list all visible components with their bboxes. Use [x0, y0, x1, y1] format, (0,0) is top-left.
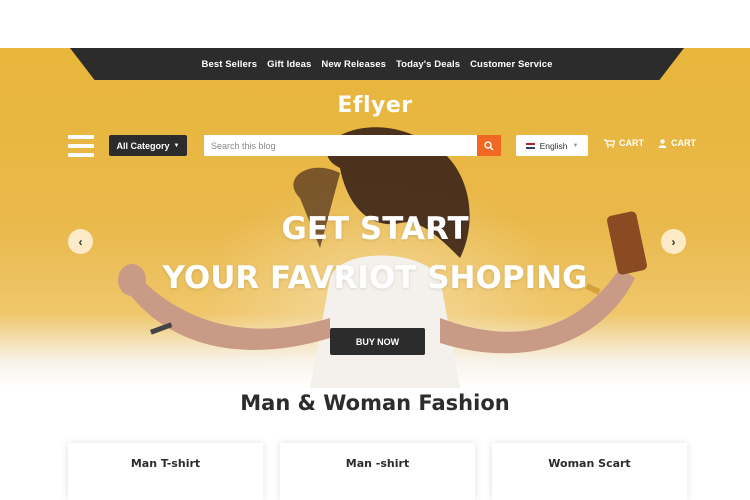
- product-cards: Man T-shirt Man -shirt Woman Scart: [68, 443, 687, 500]
- buy-now-button[interactable]: BUY NOW: [330, 328, 425, 355]
- cart-icon[interactable]: [604, 138, 615, 148]
- site-logo[interactable]: Eflyer: [0, 93, 750, 118]
- product-card-title: Woman Scart: [548, 457, 631, 470]
- search-icon: [484, 140, 494, 151]
- flag-icon: [525, 142, 535, 149]
- hero-title-line2: YOUR FAVRIOT SHOPING: [162, 260, 588, 296]
- product-card[interactable]: Woman Scart: [492, 443, 687, 500]
- product-card[interactable]: Man -shirt: [280, 443, 475, 500]
- account-cart-link[interactable]: CART: [671, 138, 696, 148]
- caret-down-icon: ▼: [173, 142, 180, 149]
- nav-link-customer-service[interactable]: Customer Service: [470, 59, 552, 70]
- hero-title-line1: GET START: [281, 211, 469, 247]
- product-card-title: Man -shirt: [345, 457, 410, 470]
- section-title: Man & Woman Fashion: [240, 391, 510, 415]
- nav-link-new-releases[interactable]: New Releases: [321, 59, 386, 70]
- menu-icon[interactable]: [68, 135, 94, 157]
- search-input[interactable]: [204, 135, 477, 156]
- top-navigation: Best Sellers Gift Ideas New Releases Tod…: [70, 48, 684, 80]
- nav-link-todays-deals[interactable]: Today's Deals: [396, 59, 460, 70]
- product-card-title: Man T-shirt: [130, 457, 201, 470]
- nav-link-best-sellers[interactable]: Best Sellers: [202, 59, 258, 70]
- user-icon[interactable]: [658, 138, 667, 148]
- cart-area: CART CART: [604, 138, 696, 148]
- search-bar: [204, 135, 501, 156]
- nav-link-gift-ideas[interactable]: Gift Ideas: [267, 59, 311, 70]
- product-card[interactable]: Man T-shirt: [68, 443, 263, 500]
- category-label: All Category: [116, 140, 170, 151]
- language-label: English: [539, 140, 568, 151]
- search-button[interactable]: [477, 135, 501, 156]
- caret-down-icon: ▼: [572, 142, 579, 149]
- cart-link[interactable]: CART: [619, 138, 644, 148]
- language-select[interactable]: English ▼: [516, 135, 588, 156]
- category-dropdown[interactable]: All Category ▼: [109, 135, 187, 156]
